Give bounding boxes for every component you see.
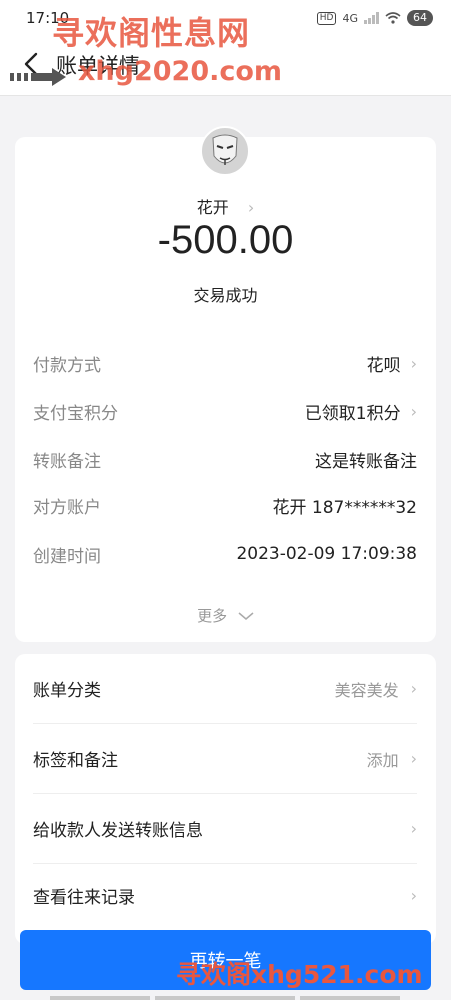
detail-label: 对方账户 [33, 497, 101, 518]
detail-row-counterparty-account: 对方账户 花开 187******32 [33, 491, 417, 519]
watermark-top-url: xhg2020.com [78, 56, 283, 87]
wifi-icon [385, 12, 401, 24]
payee-name: 花开 [196, 198, 229, 217]
detail-value: 2023-02-09 17:09:38 [236, 544, 417, 564]
chevron-right-icon: › [410, 819, 417, 838]
menu-label: 给收款人发送转账信息 [33, 821, 203, 841]
menu-item-bill-category[interactable]: 账单分类 美容美发 › [33, 654, 417, 724]
detail-label: 支付宝积分 [33, 403, 118, 424]
gesture-bar [50, 996, 150, 1000]
chevron-right-icon: › [410, 679, 417, 698]
detail-value: 花开 187******32 [272, 497, 417, 518]
payee-avatar[interactable] [200, 126, 250, 176]
detail-value: 已领取1积分 [304, 403, 401, 424]
status-icons: HD 4G 64 [316, 10, 433, 26]
detail-value: 花呗 [366, 355, 401, 376]
menu-item-history[interactable]: 查看往来记录 › [33, 860, 417, 930]
detail-row-transfer-note: 转账备注 这是转账备注 [33, 445, 417, 473]
more-label: 更多 [197, 607, 228, 625]
chevron-right-icon: › [247, 198, 255, 217]
menu-label: 账单分类 [33, 681, 101, 701]
menu-item-tags-notes[interactable]: 标签和备注 添加 › [33, 724, 417, 794]
menu-value: 美容美发 [334, 680, 399, 700]
battery-icon: 64 [407, 10, 433, 26]
menu-item-send-transfer-info[interactable]: 给收款人发送转账信息 › [33, 794, 417, 864]
watermark-bottom: 寻欢阁xhg521.com [176, 960, 423, 989]
watermark-arrow-icon [10, 68, 66, 86]
hd-badge: HD [316, 11, 337, 25]
detail-label: 转账备注 [33, 451, 101, 472]
payee-name-row[interactable]: 花开 › [0, 194, 451, 218]
detail-label: 付款方式 [33, 355, 101, 376]
detail-row-alipay-points[interactable]: 支付宝积分 已领取1积分 › [33, 397, 417, 425]
menu-label: 查看往来记录 [33, 887, 135, 908]
menu-label: 标签和备注 [33, 751, 118, 771]
detail-row-payment-method[interactable]: 付款方式 花呗 › [33, 349, 417, 377]
chevron-right-icon: › [410, 401, 417, 421]
chevron-right-icon: › [410, 353, 417, 373]
chevron-down-icon [238, 612, 254, 620]
gesture-bar [300, 996, 400, 1000]
chevron-right-icon: › [410, 885, 417, 905]
watermark-top: 寻欢阁性息网 [52, 14, 251, 52]
mask-avatar-icon [212, 134, 238, 165]
network-type: 4G [342, 11, 358, 25]
detail-value: 这是转账备注 [315, 451, 417, 472]
chevron-right-icon: › [410, 749, 417, 768]
transaction-status: 交易成功 [193, 286, 258, 305]
detail-row-created-time: 创建时间 2023-02-09 17:09:38 [33, 540, 417, 568]
more-toggle[interactable]: 更多 [0, 605, 451, 626]
menu-value: 添加 [366, 750, 399, 770]
signal-icon [364, 12, 379, 24]
detail-label: 创建时间 [33, 546, 101, 567]
gesture-bar [155, 996, 295, 1000]
transaction-amount: -500.00 [157, 218, 294, 262]
